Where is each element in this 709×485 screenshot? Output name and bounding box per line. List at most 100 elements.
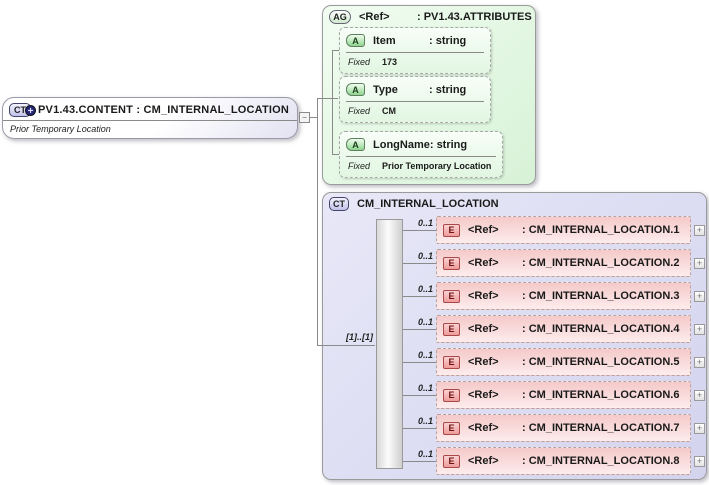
element-node[interactable]: E <Ref> : CM_INTERNAL_LOCATION.5	[436, 348, 691, 376]
connector-line	[403, 329, 436, 330]
attribute-stub-line	[332, 50, 339, 51]
element-type: : CM_INTERNAL_LOCATION.8	[522, 455, 680, 467]
attribute-fixed-row: Fixed 173	[340, 53, 490, 67]
collapse-handle[interactable]: −	[299, 112, 310, 123]
element-icon: E	[443, 223, 460, 237]
element-ref: <Ref>	[468, 455, 499, 467]
complex-type-icon: CT +	[9, 103, 36, 117]
attribute-icon: A	[346, 83, 365, 96]
expand-button[interactable]: +	[694, 456, 705, 467]
element-icon: E	[443, 388, 460, 402]
plus-icon: +	[696, 324, 703, 334]
complex-type-group-title: CM_INTERNAL_LOCATION	[357, 198, 499, 210]
element-cardinality: 0..1	[417, 218, 433, 228]
content-node-title: PV1.43.CONTENT : CM_INTERNAL_LOCATION	[38, 104, 290, 116]
attribute-icon: A	[346, 34, 365, 47]
element-cardinality: 0..1	[417, 383, 433, 393]
expand-button[interactable]: +	[694, 225, 705, 236]
connector-line	[403, 395, 436, 396]
complex-type-group-node[interactable]: CT CM_INTERNAL_LOCATION [1]..[1] 0..1 E …	[322, 192, 707, 480]
fixed-value: 173	[382, 57, 398, 67]
element-icon: E	[443, 454, 460, 468]
element-node[interactable]: E <Ref> : CM_INTERNAL_LOCATION.8	[436, 447, 691, 475]
expand-button[interactable]: +	[694, 423, 705, 434]
element-node[interactable]: E <Ref> : CM_INTERNAL_LOCATION.4	[436, 315, 691, 343]
expand-button[interactable]: +	[694, 291, 705, 302]
attribute-name: Type	[373, 83, 398, 96]
element-node[interactable]: E <Ref> : CM_INTERNAL_LOCATION.6	[436, 381, 691, 409]
element-icon: E	[443, 421, 460, 435]
connector-trunk-line	[317, 98, 318, 346]
sequence-compositor-bar[interactable]	[376, 219, 403, 469]
connector-line	[403, 428, 436, 429]
attribute-name: Item	[373, 34, 396, 47]
element-node[interactable]: E <Ref> : CM_INTERNAL_LOCATION.2	[436, 249, 691, 277]
element-row-7: 0..1 E <Ref> : CM_INTERNAL_LOCATION.7 +	[403, 414, 705, 443]
element-row-4: 0..1 E <Ref> : CM_INTERNAL_LOCATION.4 +	[403, 315, 705, 344]
connector-line	[317, 98, 338, 99]
expand-button[interactable]: +	[694, 390, 705, 401]
attribute-type: : string	[429, 34, 467, 47]
collapse-icon: −	[302, 112, 307, 122]
element-node[interactable]: E <Ref> : CM_INTERNAL_LOCATION.1	[436, 216, 691, 244]
element-icon: E	[443, 256, 460, 270]
attribute-item[interactable]: A Item : string Fixed 173	[339, 27, 491, 74]
complex-type-group-header: CT CM_INTERNAL_LOCATION	[323, 193, 706, 211]
element-ref: <Ref>	[468, 224, 499, 236]
attribute-bracket-line	[332, 50, 333, 155]
element-icon: E	[443, 289, 460, 303]
element-row-1: 0..1 E <Ref> : CM_INTERNAL_LOCATION.1 +	[403, 216, 705, 245]
expand-button[interactable]: +	[694, 357, 705, 368]
connector-line	[403, 263, 436, 264]
element-node[interactable]: E <Ref> : CM_INTERNAL_LOCATION.3	[436, 282, 691, 310]
plus-icon: +	[696, 423, 703, 433]
plus-icon: +	[696, 258, 703, 268]
connector-line	[403, 230, 436, 231]
attribute-group-icon: AG	[329, 10, 351, 24]
attribute-fixed-row: Fixed CM	[340, 102, 490, 116]
element-ref: <Ref>	[468, 323, 499, 335]
connector-line	[403, 461, 436, 462]
connector-line	[317, 345, 375, 346]
element-ref: <Ref>	[468, 389, 499, 401]
attribute-type: : string	[429, 83, 467, 96]
attribute-type: : string	[429, 138, 468, 151]
element-cardinality: 0..1	[417, 284, 433, 294]
fixed-label: Fixed	[348, 106, 371, 116]
element-ref: <Ref>	[468, 422, 499, 434]
element-row-5: 0..1 E <Ref> : CM_INTERNAL_LOCATION.5 +	[403, 348, 705, 377]
element-node[interactable]: E <Ref> : CM_INTERNAL_LOCATION.7	[436, 414, 691, 442]
attribute-type-attr[interactable]: A Type : string Fixed CM	[339, 76, 491, 123]
element-row-6: 0..1 E <Ref> : CM_INTERNAL_LOCATION.6 +	[403, 381, 705, 410]
element-type: : CM_INTERNAL_LOCATION.6	[522, 389, 680, 401]
sequence-cardinality: [1]..[1]	[346, 332, 373, 342]
plus-icon: +	[696, 225, 703, 235]
attribute-group-node[interactable]: AG <Ref> : PV1.43.ATTRIBUTES A Item : st…	[322, 5, 536, 185]
element-cardinality: 0..1	[417, 350, 433, 360]
attribute-name-row: A Item : string	[340, 28, 490, 51]
element-ref: <Ref>	[468, 257, 499, 269]
attribute-stub-line	[332, 154, 339, 155]
attribute-name-row: A LongName : string	[340, 132, 502, 155]
content-type-node[interactable]: CT + PV1.43.CONTENT : CM_INTERNAL_LOCATI…	[2, 97, 298, 139]
attribute-longname[interactable]: A LongName : string Fixed Prior Temporar…	[339, 131, 503, 178]
element-type: : CM_INTERNAL_LOCATION.7	[522, 422, 680, 434]
fixed-label: Fixed	[348, 57, 371, 67]
attribute-group-ref: <Ref>	[359, 11, 390, 23]
element-cardinality: 0..1	[417, 449, 433, 459]
element-row-8: 0..1 E <Ref> : CM_INTERNAL_LOCATION.8 +	[403, 447, 705, 476]
element-cardinality: 0..1	[417, 317, 433, 327]
attribute-icon: A	[346, 138, 365, 151]
element-cardinality: 0..1	[417, 416, 433, 426]
element-type: : CM_INTERNAL_LOCATION.5	[522, 356, 680, 368]
expand-button[interactable]: +	[694, 258, 705, 269]
plus-icon: +	[696, 390, 703, 400]
expand-button[interactable]: +	[694, 324, 705, 335]
plus-icon: +	[696, 357, 703, 367]
fixed-value: Prior Temporary Location	[382, 161, 492, 171]
attribute-group-header: AG <Ref> : PV1.43.ATTRIBUTES	[323, 6, 535, 24]
element-type: : CM_INTERNAL_LOCATION.1	[522, 224, 680, 236]
attribute-name-row: A Type : string	[340, 77, 490, 100]
plus-icon: +	[696, 456, 703, 466]
element-icon: E	[443, 322, 460, 336]
